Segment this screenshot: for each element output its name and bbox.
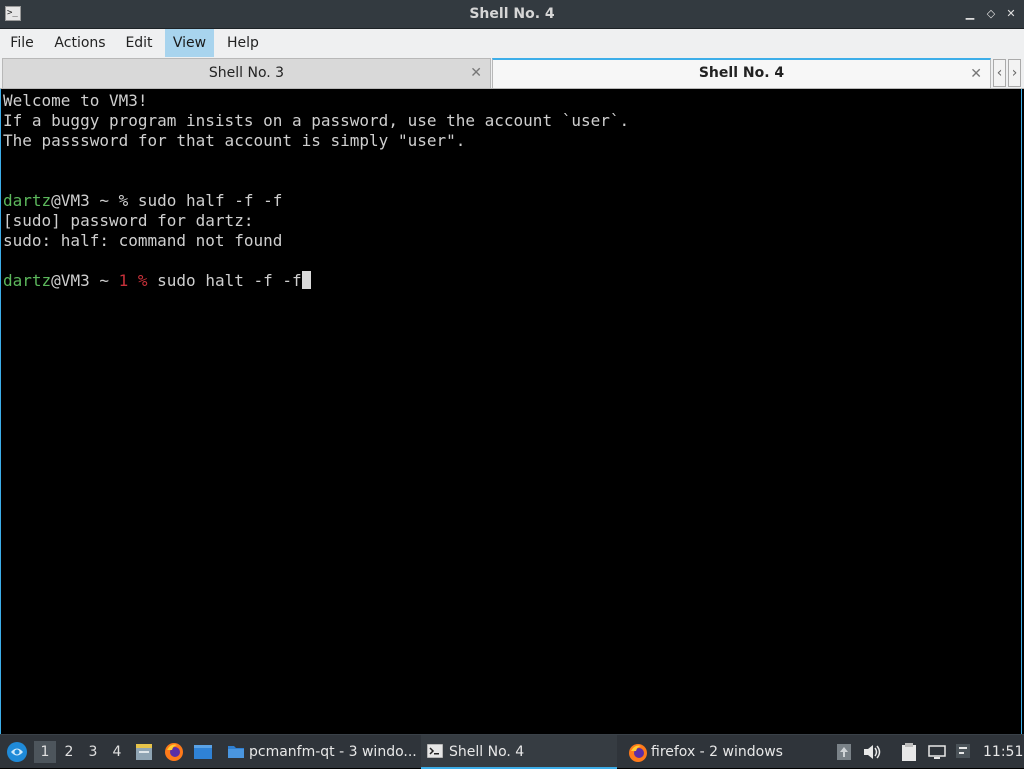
desktop-3-button[interactable]: 3 xyxy=(82,741,104,763)
terminal-view[interactable]: Welcome to VM3! If a buggy program insis… xyxy=(0,89,1022,734)
tab-scroll-left-icon[interactable]: ‹ xyxy=(993,59,1006,87)
desktop-4-button[interactable]: 4 xyxy=(106,741,128,763)
task-pcmanfm[interactable]: pcmanfm-qt - 3 windo... xyxy=(222,735,418,769)
motd-line: Welcome to VM3! xyxy=(3,91,148,110)
keyboard-indicator-icon[interactable] xyxy=(955,743,971,759)
menu-view[interactable]: View xyxy=(165,29,214,57)
network-icon[interactable] xyxy=(928,744,946,760)
output-line: sudo: half: command not found xyxy=(3,231,283,250)
command-input-text[interactable]: sudo halt -f -f xyxy=(148,271,302,290)
task-firefox[interactable]: firefox - 2 windows xyxy=(623,735,819,769)
volume-icon[interactable] xyxy=(863,744,881,760)
desktop-2-button[interactable]: 2 xyxy=(58,741,80,763)
menu-help[interactable]: Help xyxy=(221,29,265,57)
prompt-host-path: @VM3 ~ xyxy=(51,271,119,290)
tab-shell-4[interactable]: Shell No. 4 ✕ xyxy=(492,58,991,88)
prompt-line: dartz@VM3 ~ 1 % sudo halt -f -f xyxy=(3,271,311,291)
tab-label: Shell No. 4 xyxy=(698,65,785,81)
prompt-user: dartz xyxy=(3,271,52,290)
motd-line: The passsword for that account is simply… xyxy=(3,131,466,150)
firefox-launcher-icon[interactable] xyxy=(164,742,184,762)
desktop-1-button[interactable]: 1 xyxy=(34,741,56,763)
updates-tray-icon[interactable] xyxy=(836,743,852,761)
text-cursor xyxy=(301,271,311,289)
start-menu-icon[interactable] xyxy=(6,741,28,763)
taskbar: 1 2 3 4 pcmanfm-qt - 3 windo... Shell No… xyxy=(0,734,1024,769)
prompt-symbol: % xyxy=(118,191,138,210)
task-label: firefox - 2 windows xyxy=(651,744,783,760)
tab-scroll-right-icon[interactable]: › xyxy=(1008,59,1021,87)
task-shell-4[interactable]: Shell No. 4 xyxy=(421,735,617,769)
clipboard-icon[interactable] xyxy=(900,742,918,762)
clock[interactable]: 11:51 xyxy=(983,735,1023,769)
menu-actions[interactable]: Actions xyxy=(47,29,113,57)
close-icon[interactable]: ✕ xyxy=(1004,7,1018,21)
task-label: Shell No. 4 xyxy=(449,744,525,760)
show-desktop-icon[interactable] xyxy=(193,743,213,761)
tab-close-icon[interactable]: ✕ xyxy=(470,59,482,87)
file-manager-launcher-icon[interactable] xyxy=(134,742,154,762)
menu-edit[interactable]: Edit xyxy=(120,29,158,57)
folder-icon xyxy=(228,746,244,758)
menu-bar: File Actions Edit View Help xyxy=(0,29,1024,57)
tab-label: Shell No. 3 xyxy=(208,65,285,81)
prompt-user: dartz xyxy=(3,191,52,210)
prompt-line: dartz@VM3 ~ % sudo half -f -f xyxy=(3,191,282,211)
task-label: pcmanfm-qt - 3 windo... xyxy=(249,744,417,760)
prompt-host-path: @VM3 ~ xyxy=(51,191,119,210)
prompt-exit-status: 1 % xyxy=(118,271,148,290)
terminal-icon xyxy=(427,744,443,758)
menu-file[interactable]: File xyxy=(3,29,41,57)
tab-shell-3[interactable]: Shell No. 3 ✕ xyxy=(2,58,491,88)
tab-bar: Shell No. 3 ✕ Shell No. 4 ✕ xyxy=(0,57,1024,89)
tab-close-icon[interactable]: ✕ xyxy=(970,60,982,88)
maximize-icon[interactable]: ◇ xyxy=(984,7,998,21)
firefox-icon xyxy=(629,744,647,762)
minimize-icon[interactable]: ▁ xyxy=(963,7,977,21)
window-titlebar[interactable]: >_ Shell No. 4 ▁ ◇ ✕ xyxy=(0,0,1024,29)
motd-line: If a buggy program insists on a password… xyxy=(3,111,630,130)
output-line: [sudo] password for dartz: xyxy=(3,211,254,230)
command-text: sudo half -f -f xyxy=(137,191,283,210)
window-title: Shell No. 4 xyxy=(469,6,555,22)
